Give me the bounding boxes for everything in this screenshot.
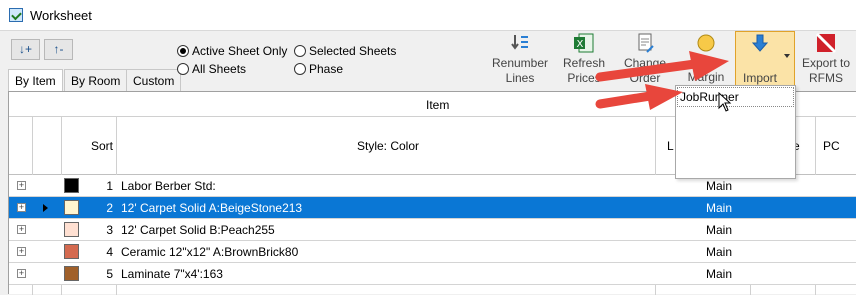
menu-item-jobrunner[interactable]: JobRunner <box>677 87 794 107</box>
worksheet-app-icon <box>9 8 23 22</box>
current-row-indicator-icon <box>43 204 48 212</box>
color-swatch <box>64 200 79 215</box>
group-header-item-label: Item <box>426 98 450 112</box>
sort-descending-button[interactable]: ↑- <box>44 39 73 60</box>
import-label: Import <box>742 71 777 85</box>
tab-by-room[interactable]: By Room <box>64 69 128 92</box>
title-bar: Worksheet <box>0 0 856 31</box>
cell-style-color[interactable]: Ceramic 12"x12" A:BrownBrick80 <box>121 241 651 263</box>
column-header-style-color[interactable]: Style: Color <box>357 139 419 153</box>
expand-row-icon[interactable]: + <box>17 225 26 234</box>
expand-row-icon[interactable]: + <box>17 181 26 190</box>
color-swatch <box>64 178 79 193</box>
tab-custom[interactable]: Custom <box>126 69 182 92</box>
svg-text:X: X <box>577 39 584 50</box>
color-swatch <box>64 222 79 237</box>
excel-icon: X <box>574 33 594 53</box>
rfms-logo-icon <box>815 32 837 54</box>
radio-label: Active Sheet Only <box>192 44 288 58</box>
import-down-arrow-icon <box>751 34 769 52</box>
expand-row-icon[interactable]: + <box>17 247 26 256</box>
radio-label: All Sheets <box>192 62 247 76</box>
renumber-icon <box>511 35 528 50</box>
radio-all-sheets[interactable]: All Sheets <box>177 62 246 76</box>
cell-sort[interactable]: 1 <box>89 175 113 197</box>
cell-style-color[interactable]: Labor Berber Std: <box>121 175 651 197</box>
cell-location[interactable]: Main <box>706 241 746 263</box>
expand-row-icon[interactable]: + <box>17 203 26 212</box>
radio-label: Phase <box>309 62 344 76</box>
color-swatch <box>64 266 79 281</box>
cell-location[interactable]: Main <box>706 263 746 285</box>
import-button[interactable]: Import <box>735 31 795 87</box>
mouse-cursor-icon <box>718 92 732 112</box>
renumber-lines-label: Renumber Lines <box>491 56 549 85</box>
cell-location[interactable]: Main <box>706 219 746 241</box>
radio-dot-icon <box>294 45 306 57</box>
cell-sort[interactable]: 3 <box>89 219 113 241</box>
column-header-pc[interactable]: PC <box>823 139 840 153</box>
renumber-lines-button[interactable]: Renumber Lines <box>490 32 550 88</box>
expand-row-icon[interactable]: + <box>17 269 26 278</box>
table-row[interactable]: +2 12' Carpet Solid A:BeigeStone213 Main <box>9 197 856 219</box>
table-row[interactable]: +4 Ceramic 12"x12" A:BrownBrick80 Main <box>9 241 856 263</box>
radio-dot-icon <box>294 63 306 75</box>
cell-sort[interactable]: 4 <box>89 241 113 263</box>
cell-style-color[interactable]: Laminate 7"x4':163 <box>121 263 651 285</box>
table-row[interactable]: +3 12' Carpet Solid B:Peach255 Main <box>9 219 856 241</box>
tab-by-item[interactable]: By Item <box>8 69 63 93</box>
cell-style-color[interactable]: 12' Carpet Solid B:Peach255 <box>121 219 651 241</box>
sort-ascending-button[interactable]: ↓+ <box>11 39 40 60</box>
radio-label: Selected Sheets <box>309 44 397 58</box>
export-to-rfms-label: Export to RFMS <box>801 56 851 85</box>
radio-dot-icon <box>177 63 189 75</box>
cell-sort[interactable]: 5 <box>89 263 113 285</box>
color-swatch <box>64 244 79 259</box>
export-to-rfms-button[interactable]: Export to RFMS <box>798 32 854 88</box>
cell-sort[interactable]: 2 <box>89 197 113 219</box>
cell-location[interactable]: Main <box>706 197 746 219</box>
annotation-arrow-to-jobrunner <box>595 84 683 110</box>
radio-active-sheet-only[interactable]: Active Sheet Only <box>177 44 287 58</box>
radio-dot-icon <box>177 45 189 57</box>
import-dropdown-menu: JobRunner <box>675 85 796 179</box>
import-dropdown-arrow-icon[interactable] <box>784 54 790 58</box>
radio-phase[interactable]: Phase <box>294 62 343 76</box>
cell-style-color[interactable]: 12' Carpet Solid A:BeigeStone213 <box>121 197 651 219</box>
window-title: Worksheet <box>30 8 92 23</box>
radio-selected-sheets[interactable]: Selected Sheets <box>294 44 396 58</box>
column-header-l[interactable]: L <box>667 139 674 153</box>
column-header-sort[interactable]: Sort <box>91 139 113 153</box>
table-row[interactable]: +5 Laminate 7"x4':163 Main <box>9 263 856 285</box>
